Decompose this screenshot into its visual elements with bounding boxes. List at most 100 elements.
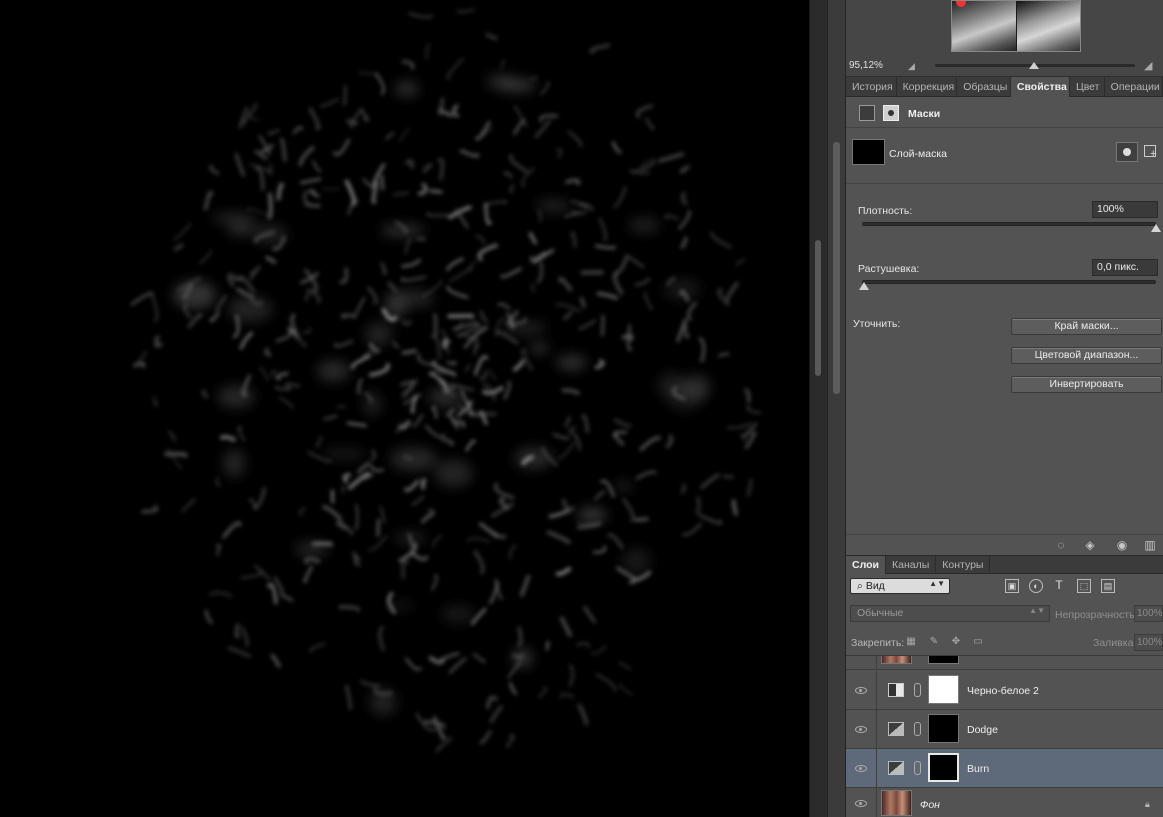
- layer-thumbnail[interactable]: [881, 790, 912, 816]
- tab-swatches[interactable]: Образцы: [957, 77, 1011, 97]
- mask-texture-blob: [364, 322, 393, 346]
- feather-slider-handle[interactable]: [859, 282, 869, 290]
- eye-icon[interactable]: [855, 800, 867, 807]
- blend-mode-select[interactable]: Обычные ▲▼: [850, 605, 1050, 622]
- layer-mask-thumbnail[interactable]: [928, 753, 959, 782]
- kind-filter-value: Вид: [865, 580, 885, 592]
- mask-texture-stroke: [429, 189, 443, 194]
- zoom-level[interactable]: 95,12%: [849, 60, 883, 71]
- layer-visibility-cell[interactable]: [846, 749, 877, 787]
- lock-transparent-icon[interactable]: ▦: [905, 636, 917, 648]
- filter-adjustment-icon[interactable]: ◐: [1029, 579, 1043, 593]
- mask-icon[interactable]: [883, 105, 899, 121]
- zoom-in-icon[interactable]: ◢: [1144, 59, 1152, 72]
- mask-texture-stroke: [530, 283, 535, 293]
- layer-name[interactable]: Dodge: [967, 724, 998, 736]
- link-icon[interactable]: [914, 722, 921, 736]
- filter-shape-icon[interactable]: ⬚: [1077, 579, 1091, 593]
- tab-paths[interactable]: Контуры: [936, 556, 991, 574]
- zoom-out-icon[interactable]: ◢: [908, 61, 915, 72]
- layer-row[interactable]: Dodge: [846, 710, 1163, 749]
- tab-layers[interactable]: Слои: [846, 556, 886, 574]
- mask-texture-stroke: [234, 623, 240, 639]
- load-selection-icon[interactable]: ◌: [1053, 537, 1069, 553]
- layer-row-selected[interactable]: Burn: [846, 749, 1163, 788]
- mask-texture-blob: [390, 447, 437, 471]
- lock-move-icon[interactable]: ✥: [950, 636, 962, 648]
- mask-texture-stroke: [695, 496, 701, 515]
- layer-visibility-cell[interactable]: [846, 710, 877, 748]
- lock-brush-icon[interactable]: ✎: [928, 636, 940, 648]
- link-icon[interactable]: [914, 761, 921, 775]
- color-range-button[interactable]: Цветовой диапазон...: [1011, 347, 1162, 364]
- mask-texture-blob: [556, 355, 587, 371]
- layer-name[interactable]: Burn: [967, 763, 989, 775]
- filter-pixel-icon[interactable]: ▣: [1005, 579, 1019, 593]
- navigator-thumbnail[interactable]: [951, 0, 1081, 52]
- density-slider-handle[interactable]: [1151, 224, 1161, 232]
- scrollbar-thumb[interactable]: [833, 142, 840, 394]
- mask-texture-blob: [321, 449, 367, 460]
- add-vector-mask-icon[interactable]: [1142, 142, 1160, 162]
- mask-texture-stroke: [432, 313, 438, 338]
- properties-tab-bar: История Коррекция Образцы Свойства Цвет …: [846, 77, 1163, 97]
- filter-type-icon[interactable]: T: [1052, 579, 1066, 593]
- layer-row-partial[interactable]: [846, 656, 1163, 670]
- curves-adjustment-icon: [888, 761, 904, 775]
- toggle-visibility-icon[interactable]: ◉: [1114, 537, 1130, 553]
- layer-thumbnail: [881, 656, 912, 664]
- filter-smart-object-icon[interactable]: ▤: [1101, 579, 1115, 593]
- canvas-vertical-scrollbar[interactable]: [809, 0, 827, 817]
- layer-mask-thumbnail[interactable]: [928, 714, 959, 743]
- layers-list: Черно-белое 2 Dodge Burn Фон 🔒︎: [846, 655, 1163, 817]
- layer-row[interactable]: Черно-белое 2: [846, 671, 1163, 710]
- layer-name[interactable]: Черно-белое 2: [967, 685, 1039, 697]
- eye-icon[interactable]: [855, 726, 867, 733]
- layer-visibility-cell[interactable]: [846, 788, 877, 817]
- mask-texture-blob: [530, 343, 549, 354]
- apply-mask-icon[interactable]: ◈: [1082, 537, 1098, 553]
- layer-visibility-cell: [846, 656, 877, 669]
- trash-icon[interactable]: ▥: [1142, 537, 1158, 553]
- mask-texture-stroke: [722, 475, 734, 479]
- zoom-slider-handle[interactable]: [1029, 62, 1039, 69]
- tab-adjustments[interactable]: Коррекция: [897, 77, 958, 97]
- mask-texture-blob: [486, 73, 516, 89]
- eye-icon[interactable]: [855, 687, 867, 694]
- layer-visibility-cell[interactable]: [846, 671, 877, 709]
- layer-name[interactable]: Фон: [920, 799, 940, 811]
- fill-field[interactable]: 100%: [1134, 634, 1163, 651]
- mask-texture-blob: [223, 449, 246, 478]
- feather-label: Растушевка:: [858, 263, 920, 275]
- feather-slider[interactable]: [862, 280, 1156, 284]
- document-canvas[interactable]: [0, 0, 809, 817]
- pixel-mask-button[interactable]: [1116, 142, 1138, 162]
- eye-icon[interactable]: [855, 765, 867, 772]
- opacity-field[interactable]: 100%: [1134, 605, 1163, 622]
- tab-channels[interactable]: Каналы: [886, 556, 937, 574]
- mask-texture-blob: [614, 482, 633, 491]
- tab-actions[interactable]: Операции: [1105, 77, 1163, 97]
- mask-texture-stroke: [601, 314, 605, 337]
- panel-dock-scrollbar[interactable]: [827, 0, 846, 817]
- mask-texture-blob: [512, 648, 533, 668]
- mask-edge-button[interactable]: Край маски...: [1011, 318, 1162, 335]
- tab-properties[interactable]: Свойства: [1010, 77, 1070, 97]
- tab-history[interactable]: История: [846, 77, 897, 97]
- mask-texture-stroke: [447, 314, 475, 319]
- layer-row[interactable]: Фон 🔒︎: [846, 788, 1163, 817]
- link-icon[interactable]: [914, 683, 921, 697]
- tab-color[interactable]: Цвет: [1070, 77, 1105, 97]
- feather-field[interactable]: 0,0 пикс.: [1092, 259, 1158, 276]
- invert-button[interactable]: Инвертировать: [1011, 376, 1162, 393]
- density-field[interactable]: 100%: [1092, 201, 1158, 218]
- scrollbar-thumb[interactable]: [815, 240, 821, 376]
- mask-texture-stroke: [342, 485, 345, 494]
- kind-filter-select[interactable]: ⌕ Вид ▲▼: [850, 578, 950, 594]
- lock-all-icon[interactable]: ▭: [972, 636, 984, 648]
- density-slider[interactable]: [862, 222, 1156, 226]
- curves-adjustment-icon[interactable]: [859, 105, 875, 121]
- layer-mask-thumbnail: [928, 656, 959, 664]
- layer-mask-thumbnail[interactable]: [928, 675, 959, 704]
- right-panel-dock: 95,12% ◢ ◢ История Коррекция Образцы Сво…: [846, 0, 1163, 817]
